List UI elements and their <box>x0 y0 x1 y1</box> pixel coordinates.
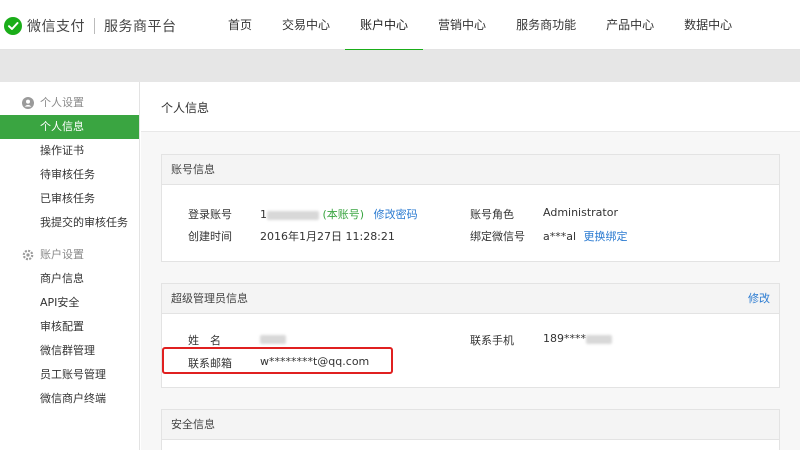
user-icon <box>22 97 34 109</box>
this-account-tag: (本账号) <box>322 208 365 221</box>
account-role-label: 账号角色 <box>470 208 514 221</box>
sidebar-group-label: 账户设置 <box>40 248 84 261</box>
brand-logo[interactable]: 微信支付 服务商平台 <box>4 16 177 36</box>
account-info-card: 账号信息 登录账号 1 (本账号) 修改密码 创建时间 2016年1月27日 1… <box>161 154 780 262</box>
redacted-name-blur <box>260 334 286 344</box>
gear-icon <box>22 249 34 261</box>
brand-divider <box>94 18 95 34</box>
brand-name: 微信支付 <box>27 19 85 35</box>
sidebar-group-label: 个人设置 <box>40 96 84 109</box>
nav-transactions[interactable]: 交易中心 <box>267 0 345 50</box>
card-title: 安全信息 <box>162 410 779 440</box>
redacted-phone-blur <box>586 334 612 344</box>
redacted-account-blur <box>267 210 319 220</box>
card-header: 超级管理员信息 修改 <box>162 284 779 314</box>
bound-wechat-value: a***al 更换绑定 <box>543 228 628 244</box>
account-role-value: Administrator <box>543 206 618 219</box>
sidebar: 个人设置 个人信息 操作证书 待审核任务 已审核任务 我提交的审核任务 账户设置… <box>0 82 140 450</box>
login-account-value: 1 (本账号) 修改密码 <box>260 206 418 222</box>
main-content: 个人信息 账号信息 登录账号 1 (本账号) 修改密码 创建时间 2016年1月… <box>141 82 800 450</box>
sidebar-item-wechat-group[interactable]: 微信群管理 <box>0 339 139 363</box>
admin-phone-label: 联系手机 <box>470 334 514 347</box>
sub-header-strip <box>0 50 800 82</box>
sidebar-item-reviewed[interactable]: 已审核任务 <box>0 187 139 211</box>
bound-wechat-id: a***al <box>543 230 577 243</box>
admin-phone-value: 189**** <box>543 332 612 345</box>
platform-name: 服务商平台 <box>104 19 177 35</box>
sidebar-item-review-config[interactable]: 审核配置 <box>0 315 139 339</box>
card-title: 超级管理员信息 <box>171 292 248 305</box>
nav-data[interactable]: 数据中心 <box>669 0 747 50</box>
created-time-value: 2016年1月27日 11:28:21 <box>260 230 395 243</box>
nav-provider-functions[interactable]: 服务商功能 <box>501 0 591 50</box>
page-header: 个人信息 <box>141 82 800 132</box>
nav-home[interactable]: 首页 <box>213 0 267 50</box>
nav-products[interactable]: 产品中心 <box>591 0 669 50</box>
login-account-label: 登录账号 <box>188 208 232 221</box>
nav-marketing[interactable]: 营销中心 <box>423 0 501 50</box>
sidebar-item-personal-info[interactable]: 个人信息 <box>0 115 139 139</box>
admin-name-label: 姓 名 <box>188 334 221 347</box>
main-nav: 首页 交易中心 账户中心 营销中心 服务商功能 产品中心 数据中心 <box>213 0 747 51</box>
sidebar-group-account: 账户设置 <box>0 243 139 267</box>
security-info-card: 安全信息 <box>161 409 780 450</box>
login-account-visible: 1 <box>260 208 267 221</box>
sidebar-item-staff-accounts[interactable]: 员工账号管理 <box>0 363 139 387</box>
wechat-pay-check-icon <box>4 17 22 35</box>
sidebar-item-pending-review[interactable]: 待审核任务 <box>0 163 139 187</box>
created-time-label: 创建时间 <box>188 230 232 243</box>
sidebar-item-merchant-terminal[interactable]: 微信商户终端 <box>0 387 139 411</box>
admin-name-value <box>260 332 286 345</box>
card-title: 账号信息 <box>162 155 779 185</box>
change-password-link[interactable]: 修改密码 <box>374 208 418 221</box>
sidebar-item-api-security[interactable]: API安全 <box>0 291 139 315</box>
sidebar-item-merchant-info[interactable]: 商户信息 <box>0 267 139 291</box>
bound-wechat-label: 绑定微信号 <box>470 230 525 243</box>
sidebar-group-personal: 个人设置 <box>0 91 139 115</box>
rebind-wechat-link[interactable]: 更换绑定 <box>584 230 628 243</box>
admin-phone-visible: 189**** <box>543 332 586 345</box>
page-title: 个人信息 <box>161 101 210 115</box>
email-highlight-annotation <box>162 347 393 374</box>
top-bar: 微信支付 服务商平台 首页 交易中心 账户中心 营销中心 服务商功能 产品中心 … <box>0 0 800 51</box>
sidebar-item-my-submitted[interactable]: 我提交的审核任务 <box>0 211 139 235</box>
sidebar-item-certificate[interactable]: 操作证书 <box>0 139 139 163</box>
nav-account-center[interactable]: 账户中心 <box>345 0 424 51</box>
edit-admin-link[interactable]: 修改 <box>748 284 770 314</box>
